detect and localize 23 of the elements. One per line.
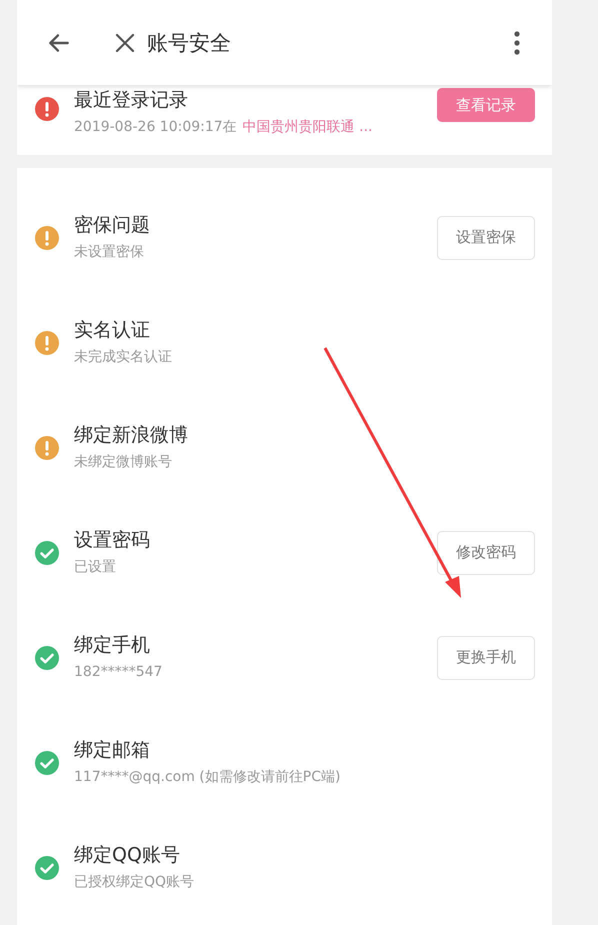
more-icon[interactable] [514,30,520,54]
action-button[interactable]: 查看记录 [437,88,535,122]
login-location[interactable]: 中国贵州贵阳联通 ... [242,116,373,138]
item-title: 绑定邮箱 [74,738,151,763]
item-title: 密保问题 [74,213,151,238]
item-title: 绑定手机 [74,633,151,658]
page-title: 账号安全 [147,30,232,56]
item-title: 设置密码 [74,528,151,553]
item-status: 未绑定微博账号 [74,453,173,472]
item-title: 实名认证 [74,318,151,343]
item-status: 已授权绑定QQ账号 [74,873,196,892]
login-time: 2019-08-26 10:09:17在 [74,118,237,137]
action-button[interactable]: 更换手机 [437,636,535,680]
item-status: 182*****547 [74,663,164,682]
item-title: 最近登录记录 [74,88,189,113]
item-status: 未设置密保 [74,243,145,262]
action-button[interactable]: 修改密码 [437,530,535,574]
item-title: 绑定QQ账号 [74,843,181,868]
item-status: 未完成实名认证 [74,348,173,367]
item-status: 117****@qq.com (如需修改请前往PC端) [74,768,342,787]
action-button[interactable]: 设置密保 [437,216,535,260]
item-status: 已设置 [74,558,117,577]
item-title: 绑定新浪微博 [74,423,189,448]
